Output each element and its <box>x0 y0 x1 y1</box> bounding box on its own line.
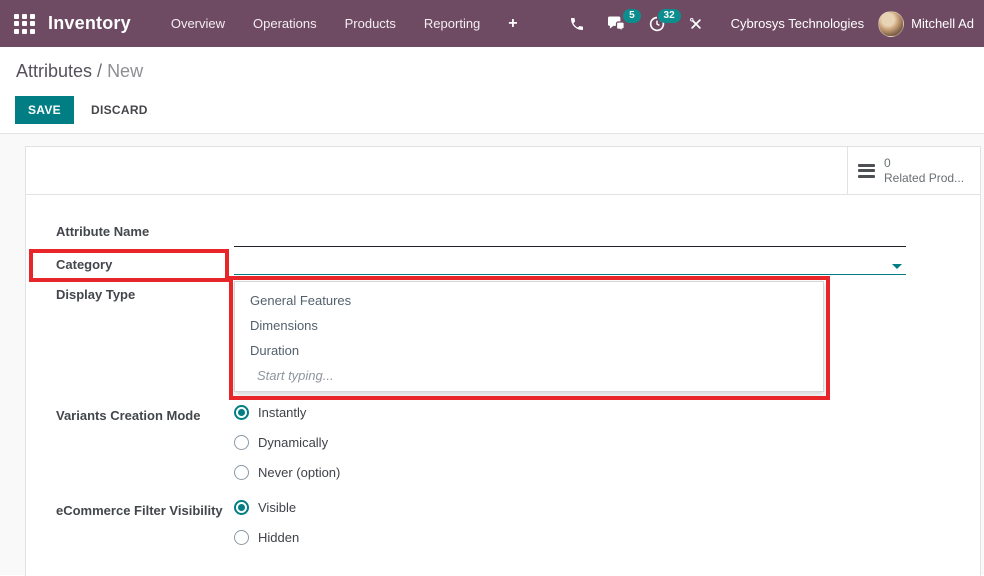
dropdown-start-typing-hint[interactable]: Start typing... <box>235 363 823 388</box>
dropdown-option-general-features[interactable]: General Features <box>235 288 823 313</box>
action-buttons: SAVE DISCARD <box>0 82 984 136</box>
radio-visible-control[interactable] <box>234 500 249 515</box>
radio-hidden-control[interactable] <box>234 530 249 545</box>
content-area: 0 Related Prod... Attribute Name Categor… <box>0 133 984 576</box>
radio-dynamically-control[interactable] <box>234 435 249 450</box>
radio-instantly-label: Instantly <box>258 405 307 420</box>
plus-menu-item[interactable]: + <box>494 11 531 37</box>
discard-button[interactable]: DISCARD <box>91 103 148 117</box>
category-label: Category <box>56 257 113 272</box>
navbar-right: 5 32 Cybrosys Technologies Mitchell Ad <box>558 8 974 37</box>
radio-instantly-control[interactable] <box>234 405 249 420</box>
menu-reporting[interactable]: Reporting <box>410 10 494 37</box>
radio-hidden-label: Hidden <box>258 530 300 545</box>
ecommerce-filter-visibility-label: eCommerce Filter Visibility <box>56 503 223 518</box>
radio-visible[interactable]: Visible <box>234 500 296 515</box>
radio-instantly[interactable]: Instantly <box>234 405 306 420</box>
top-navbar: Inventory Overview Operations Products R… <box>0 0 984 47</box>
related-products-label: Related Prod... <box>884 170 965 185</box>
category-input[interactable] <box>234 274 906 275</box>
breadcrumb: Attributes / New <box>0 47 984 82</box>
attribute-name-input[interactable] <box>234 246 906 247</box>
app-name[interactable]: Inventory <box>48 13 131 34</box>
radio-visible-label: Visible <box>258 500 297 515</box>
category-dropdown-menu: General Features Dimensions Duration Sta… <box>234 281 824 392</box>
phone-icon[interactable] <box>558 12 596 36</box>
user-name[interactable]: Mitchell Ad <box>911 16 974 31</box>
radio-never-option-control[interactable] <box>234 465 249 480</box>
category-dropdown-caret-icon[interactable] <box>892 264 902 269</box>
related-products-count: 0 <box>884 155 891 170</box>
menu-operations[interactable]: Operations <box>239 10 331 37</box>
save-button[interactable]: SAVE <box>15 96 74 124</box>
main-menu: Overview Operations Products Reporting + <box>157 10 532 37</box>
sheet-header: 0 Related Prod... <box>26 147 980 195</box>
radio-hidden[interactable]: Hidden <box>234 530 299 545</box>
radio-never-option[interactable]: Never (option) <box>234 465 340 480</box>
radio-dynamically-label: Dynamically <box>258 435 329 450</box>
breadcrumb-separator: / <box>92 61 108 81</box>
breadcrumb-attributes-link[interactable]: Attributes <box>16 61 92 81</box>
radio-never-option-label: Never (option) <box>258 465 341 480</box>
breadcrumb-current: New <box>107 61 144 81</box>
menu-overview[interactable]: Overview <box>157 10 239 37</box>
user-avatar[interactable] <box>878 10 905 37</box>
related-products-stat-button[interactable]: 0 Related Prod... <box>847 147 980 194</box>
attribute-name-label: Attribute Name <box>56 224 150 239</box>
apps-menu-icon[interactable] <box>14 13 35 34</box>
variants-creation-mode-label: Variants Creation Mode <box>56 408 201 423</box>
radio-dynamically[interactable]: Dynamically <box>234 435 328 450</box>
display-type-label: Display Type <box>56 287 136 302</box>
messages-icon[interactable]: 5 <box>596 9 641 36</box>
list-icon <box>858 163 875 178</box>
company-switcher[interactable]: Cybrosys Technologies <box>731 16 864 31</box>
activities-clock-icon[interactable]: 32 <box>637 8 681 37</box>
menu-products[interactable]: Products <box>331 10 410 37</box>
dropdown-option-duration[interactable]: Duration <box>235 338 823 363</box>
form-sheet: 0 Related Prod... Attribute Name Categor… <box>25 146 981 576</box>
dropdown-option-dimensions[interactable]: Dimensions <box>235 313 823 338</box>
tools-icon[interactable] <box>677 12 715 36</box>
